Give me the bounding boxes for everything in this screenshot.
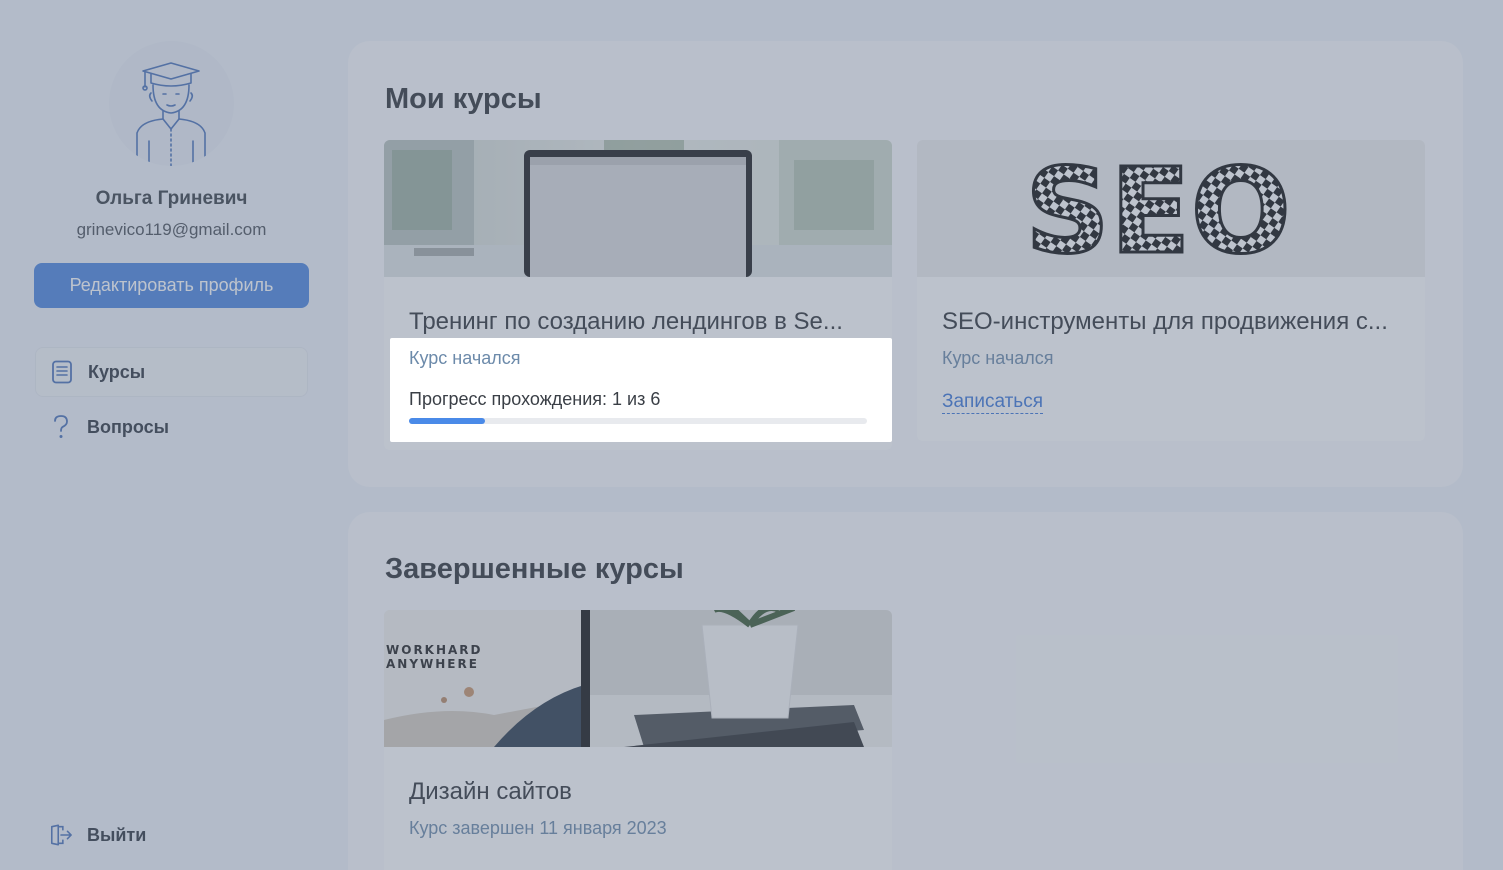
course-title[interactable]: SEO-инструменты для продвижения с... — [942, 308, 1402, 336]
edit-profile-button[interactable]: Редактировать профиль — [34, 263, 309, 308]
course-image-workhard: WORKHARD ANYWHERE — [384, 610, 892, 747]
graduate-avatar-icon — [136, 62, 206, 166]
progress-fill — [409, 418, 486, 424]
book-icon — [50, 360, 74, 384]
logout-label: Выйти — [87, 824, 147, 845]
logout-button[interactable]: Выйти — [35, 810, 308, 860]
enroll-link[interactable]: Записаться — [942, 391, 1043, 414]
question-icon — [49, 415, 73, 439]
completed-courses-title: Завершенные курсы — [385, 553, 684, 585]
course-title[interactable]: Дизайн сайтов — [409, 778, 869, 806]
progress-highlight: Курс начался Прогресс прохождения: 1 из … — [390, 338, 892, 442]
workhard-text: WORKHARD — [386, 643, 483, 657]
avatar[interactable] — [109, 41, 234, 166]
progress-label: Прогресс прохождения: 1 из 6 — [409, 389, 661, 409]
logout-icon — [49, 823, 73, 847]
course-image-seo: SEO — [917, 140, 1425, 277]
course-status: Курс завершен 11 января 2023 — [409, 818, 667, 838]
my-courses-title: Мои курсы — [385, 83, 542, 115]
user-name: Ольга Гриневич — [95, 188, 248, 209]
seo-letters: SEO — [1025, 142, 1291, 277]
sidebar-item-questions[interactable]: Вопросы — [35, 402, 308, 452]
sidebar: Ольга Гриневич grinevico119@gmail.com Ре… — [0, 0, 345, 870]
course-image-laptop — [384, 140, 892, 277]
user-email: grinevico119@gmail.com — [76, 220, 267, 239]
sidebar-item-courses[interactable]: Курсы — [35, 347, 308, 397]
course-card-design[interactable]: WORKHARD ANYWHERE Дизайн сайтов Курс зав… — [384, 610, 892, 870]
course-card-seo[interactable]: SEO SEO-инструменты для продвижения с...… — [917, 140, 1425, 441]
progress-bar — [409, 418, 867, 424]
anywhere-text: ANYWHERE — [386, 657, 479, 671]
course-status: Курс начался — [409, 348, 521, 368]
sidebar-item-label: Вопросы — [87, 416, 170, 437]
course-status: Курс начался — [942, 348, 1054, 368]
sidebar-item-label: Курсы — [88, 361, 146, 382]
completed-courses-panel: Завершенные курсы WORKHARD ANYWHERE Диза… — [348, 512, 1463, 870]
course-title[interactable]: Тренинг по созданию лендингов в Se... — [409, 308, 869, 336]
